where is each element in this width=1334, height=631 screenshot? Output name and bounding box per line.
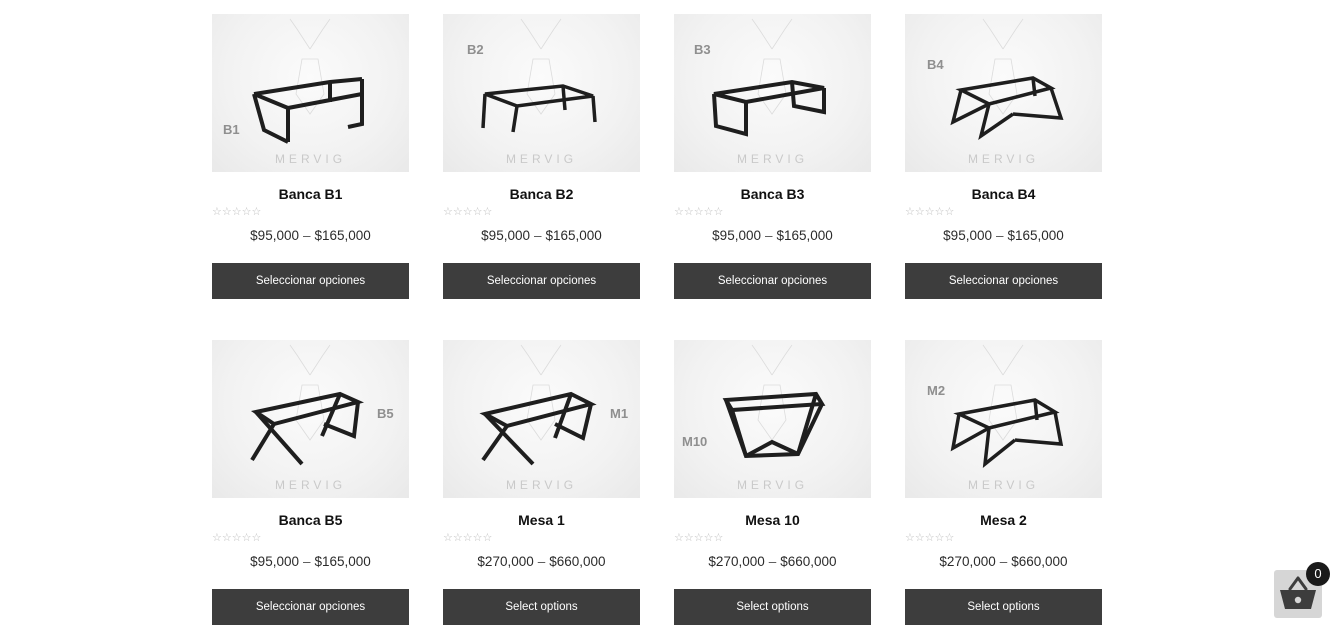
price-max: $165,000 (545, 228, 602, 243)
product-card: M1 MERVIG Mesa 1 ☆☆☆☆☆ $270,000– $660,000… (443, 340, 640, 625)
product-title[interactable]: Banca B4 (972, 186, 1036, 204)
select-options-button[interactable]: Select options (905, 589, 1102, 625)
price-min: $270,000 (708, 554, 765, 569)
product-grid: B1 MERVIG Banca B1 ☆☆☆☆☆ $95,000– $165,00… (212, 14, 1104, 625)
product-image[interactable]: M1 MERVIG (443, 340, 640, 498)
product-card: M10 MERVIG Mesa 10 ☆☆☆☆☆ $270,000– $660,0… (674, 340, 871, 625)
cart-count-badge: 0 (1306, 562, 1330, 586)
model-code-label: M2 (927, 383, 946, 398)
rating-stars: ☆☆☆☆☆ (212, 532, 262, 544)
product-title[interactable]: Banca B3 (741, 186, 805, 204)
model-code-label: B4 (927, 57, 944, 72)
price-separator: – (768, 554, 777, 569)
table-frame-image (950, 18, 1064, 141)
price-min: $95,000 (712, 228, 761, 243)
select-options-button[interactable]: Seleccionar opciones (905, 263, 1102, 299)
product-card: B4 MERVIG Banca B4 ☆☆☆☆☆ $95,000– $165,00… (905, 14, 1102, 299)
price-max: $660,000 (549, 554, 606, 569)
brand-watermark: MERVIG (967, 478, 1040, 492)
model-code-label: B3 (694, 42, 711, 57)
model-code-label: M1 (610, 406, 629, 421)
select-options-button[interactable]: Seleccionar opciones (674, 263, 871, 299)
rating-stars: ☆☆☆☆☆ (905, 532, 955, 544)
table-frame-image (950, 344, 1064, 469)
table-frame-image (481, 18, 597, 133)
rating-stars: ☆☆☆☆☆ (905, 206, 955, 218)
product-image[interactable]: B4 MERVIG (905, 14, 1102, 172)
table-frame-image (712, 18, 826, 137)
product-image[interactable]: B3 MERVIG (674, 14, 871, 172)
price-separator: – (302, 228, 311, 243)
price-range: $95,000– $165,000 (943, 228, 1064, 244)
table-frame-image (252, 18, 364, 144)
price-range: $270,000– $660,000 (708, 554, 836, 570)
price-range: $95,000– $165,000 (712, 228, 833, 244)
product-title[interactable]: Banca B1 (279, 186, 343, 204)
select-options-button[interactable]: Seleccionar opciones (212, 263, 409, 299)
product-title[interactable]: Banca B5 (279, 512, 343, 530)
select-options-button[interactable]: Select options (674, 589, 871, 625)
brand-watermark: MERVIG (736, 152, 809, 166)
brand-watermark: MERVIG (274, 478, 347, 492)
price-min: $270,000 (477, 554, 534, 569)
brand-watermark: MERVIG (505, 478, 578, 492)
price-min: $95,000 (250, 554, 299, 569)
price-range: $95,000– $165,000 (250, 554, 371, 570)
rating-stars: ☆☆☆☆☆ (212, 206, 262, 218)
rating-stars: ☆☆☆☆☆ (443, 532, 493, 544)
price-min: $270,000 (939, 554, 996, 569)
brand-watermark: MERVIG (274, 152, 347, 166)
shop-page: B1 MERVIG Banca B1 ☆☆☆☆☆ $95,000– $165,00… (0, 0, 1334, 631)
product-card: B3 MERVIG Banca B3 ☆☆☆☆☆ $95,000– $165,00… (674, 14, 871, 299)
price-range: $95,000– $165,000 (481, 228, 602, 244)
price-max: $165,000 (776, 228, 833, 243)
product-image[interactable]: B5 MERVIG (212, 340, 409, 498)
price-separator: – (537, 554, 546, 569)
model-code-label: B5 (377, 406, 394, 421)
price-separator: – (764, 228, 773, 243)
product-image[interactable]: B2 MERVIG (443, 14, 640, 172)
product-image[interactable]: B1 MERVIG (212, 14, 409, 172)
rating-stars: ☆☆☆☆☆ (674, 532, 724, 544)
select-options-button[interactable]: Seleccionar opciones (212, 589, 409, 625)
product-card: M2 MERVIG Mesa 2 ☆☆☆☆☆ $270,000– $660,000… (905, 340, 1102, 625)
model-code-label: M10 (682, 434, 708, 449)
model-code-label: B2 (467, 42, 484, 57)
price-max: $165,000 (1007, 228, 1064, 243)
price-min: $95,000 (250, 228, 299, 243)
model-code-label: B1 (223, 122, 240, 137)
brand-watermark: MERVIG (505, 152, 578, 166)
select-options-button[interactable]: Select options (443, 589, 640, 625)
product-card: B2 MERVIG Banca B2 ☆☆☆☆☆ $95,000– $165,00… (443, 14, 640, 299)
price-range: $95,000– $165,000 (250, 228, 371, 244)
product-title[interactable]: Mesa 2 (980, 512, 1027, 530)
price-min: $95,000 (943, 228, 992, 243)
product-title[interactable]: Mesa 1 (518, 512, 565, 530)
product-card: B5 MERVIG Banca B5 ☆☆☆☆☆ $95,000– $165,00… (212, 340, 409, 625)
price-separator: – (995, 228, 1004, 243)
product-title[interactable]: Mesa 10 (745, 512, 799, 530)
price-separator: – (302, 554, 311, 569)
rating-stars: ☆☆☆☆☆ (674, 206, 724, 218)
price-min: $95,000 (481, 228, 530, 243)
price-max: $660,000 (780, 554, 837, 569)
price-max: $165,000 (314, 554, 371, 569)
rating-stars: ☆☆☆☆☆ (443, 206, 493, 218)
product-title[interactable]: Banca B2 (510, 186, 574, 204)
price-max: $165,000 (314, 228, 371, 243)
brand-watermark: MERVIG (736, 478, 809, 492)
product-card: B1 MERVIG Banca B1 ☆☆☆☆☆ $95,000– $165,00… (212, 14, 409, 299)
price-range: $270,000– $660,000 (939, 554, 1067, 570)
product-image[interactable]: M10 MERVIG (674, 340, 871, 498)
price-separator: – (533, 228, 542, 243)
price-separator: – (999, 554, 1008, 569)
select-options-button[interactable]: Seleccionar opciones (443, 263, 640, 299)
price-max: $660,000 (1011, 554, 1068, 569)
brand-watermark: MERVIG (967, 152, 1040, 166)
table-frame-image (722, 344, 826, 459)
price-range: $270,000– $660,000 (477, 554, 605, 570)
product-image[interactable]: M2 MERVIG (905, 340, 1102, 498)
